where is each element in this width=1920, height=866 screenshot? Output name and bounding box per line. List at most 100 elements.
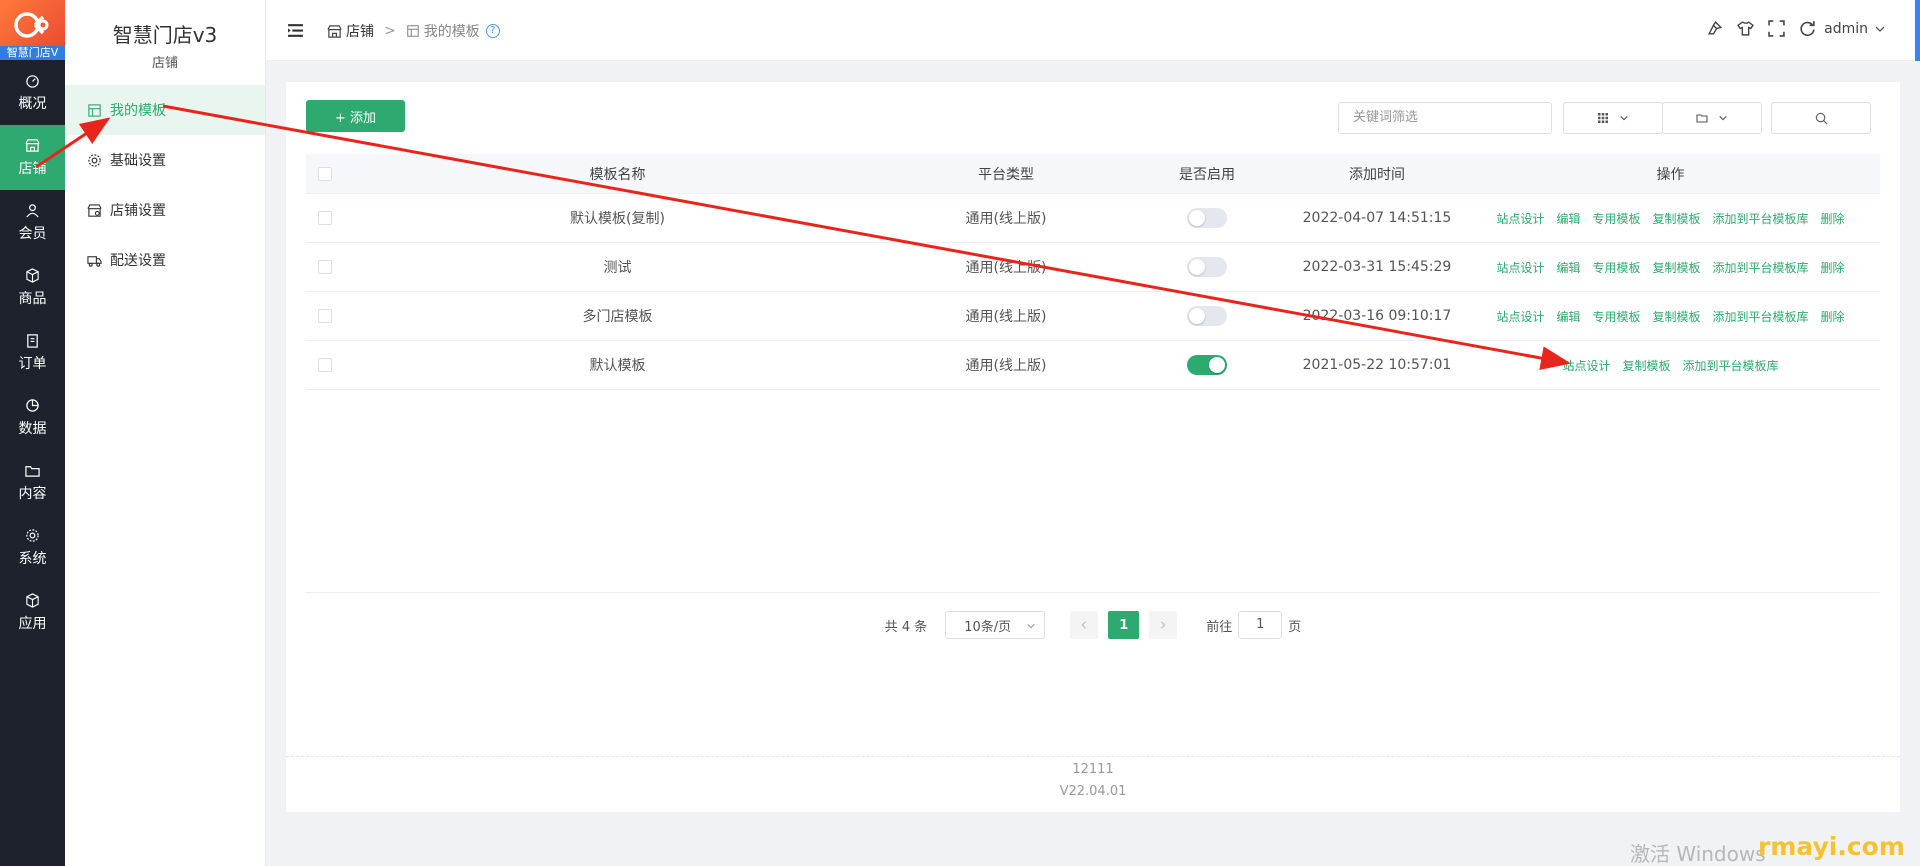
added-time: 2022-03-16 09:10:17 (1302, 308, 1452, 324)
menu-toggle-icon[interactable] (287, 22, 304, 39)
row-action-link[interactable]: 专用模板 (1592, 308, 1640, 325)
row-action-link[interactable]: 复制模板 (1653, 259, 1701, 276)
side-item-2[interactable]: 店铺设置 (65, 185, 265, 235)
breadcrumb-root[interactable]: 店铺 (346, 21, 374, 41)
footer-code: 12111 (1072, 762, 1114, 777)
row-action-link[interactable]: 专用模板 (1592, 259, 1640, 276)
added-time: 2022-03-31 15:45:29 (1302, 259, 1452, 275)
row-checkbox[interactable] (318, 211, 332, 225)
page-number-current[interactable]: 1 (1108, 611, 1140, 639)
rail-item-5[interactable]: 数据 (0, 385, 65, 450)
folder-select[interactable] (1662, 102, 1762, 134)
enabled-toggle[interactable] (1187, 257, 1227, 277)
row-action-link[interactable]: 复制模板 (1622, 357, 1670, 374)
help-icon[interactable]: ? (485, 24, 500, 38)
layout-select[interactable] (1563, 102, 1663, 134)
rail-item-2[interactable]: 会员 (0, 190, 65, 255)
shirt-icon[interactable] (1737, 20, 1754, 37)
app-title: 智慧门店v3 (112, 23, 218, 47)
rail-item-0[interactable]: 概况 (0, 60, 65, 125)
total-count: 共 4 条 (884, 619, 928, 635)
side-item-1[interactable]: 基础设置 (65, 135, 265, 185)
rail-item-8[interactable]: 应用 (0, 580, 65, 645)
next-page-button[interactable] (1149, 611, 1178, 639)
dashboard-icon (26, 74, 39, 88)
row-action-link[interactable]: 删除 (1821, 210, 1845, 227)
rail-item-3[interactable]: 商品 (0, 255, 65, 320)
enabled-toggle[interactable] (1187, 208, 1227, 228)
enabled-cell (1121, 355, 1293, 375)
toggle-knob (1189, 210, 1205, 226)
row-action-link[interactable]: 站点设计 (1496, 308, 1544, 325)
enabled-cell (1121, 257, 1293, 277)
side-item-3[interactable]: 配送设置 (65, 235, 265, 285)
app-logo[interactable]: 智慧门店V (0, 0, 65, 60)
rail-item-7[interactable]: 系统 (0, 515, 65, 580)
select-all-checkbox[interactable] (318, 166, 332, 181)
row-action-link[interactable]: 添加到平台模板库 (1713, 210, 1809, 227)
platform-type: 通用(线上版) (965, 358, 1047, 374)
store-icon (327, 24, 342, 38)
side-item-0[interactable]: 我的模板 (65, 85, 265, 135)
row-action-link[interactable]: 站点设计 (1562, 357, 1610, 374)
content-card: + 添加 关键词筛选 模板名称 平台类型 是否启用 添加时间 操作 默认模板(复… (286, 82, 1900, 812)
row-checkbox[interactable] (318, 260, 332, 274)
page-size-value: 10条/页 (964, 619, 1012, 635)
template-name: 默认模板(复制) (570, 211, 665, 227)
prev-page-button[interactable] (1070, 611, 1099, 639)
search-button[interactable] (1771, 102, 1871, 134)
row-action-link[interactable]: 站点设计 (1496, 210, 1544, 227)
rail-item-label: 会员 (18, 225, 47, 242)
row-actions: 站点设计 编辑 专用模板 复制模板 添加到平台模板库 删除 (1461, 210, 1880, 227)
row-action-link[interactable]: 复制模板 (1653, 210, 1701, 227)
rail-item-4[interactable]: 订单 (0, 320, 65, 385)
enabled-toggle[interactable] (1187, 306, 1227, 326)
goto-page: 前往 1 页 (1206, 611, 1301, 639)
template-icon (88, 103, 101, 117)
main-nav-rail: 智慧门店V 概况店铺会员商品订单数据内容 系统 应用 (0, 0, 65, 866)
row-action-link[interactable]: 复制模板 (1653, 308, 1701, 325)
header-name: 模板名称 (589, 166, 646, 183)
rail-item-label: 概况 (18, 95, 47, 112)
goto-page-input[interactable]: 1 (1238, 611, 1283, 639)
row-action-link[interactable]: 删除 (1821, 308, 1845, 325)
row-action-link[interactable]: 编辑 (1556, 259, 1580, 276)
row-checkbox[interactable] (318, 309, 332, 323)
rail-item-1[interactable]: 店铺 (0, 125, 65, 190)
template-name: 测试 (603, 260, 632, 276)
row-action-link[interactable]: 添加到平台模板库 (1713, 259, 1809, 276)
row-action-link[interactable]: 专用模板 (1592, 210, 1640, 227)
side-item-label: 配送设置 (110, 253, 166, 269)
brush-icon[interactable] (1706, 20, 1723, 37)
keyword-filter-input[interactable]: 关键词筛选 (1338, 102, 1552, 134)
row-action-link[interactable]: 删除 (1821, 259, 1845, 276)
refresh-icon[interactable] (1799, 20, 1816, 37)
gear-icon (88, 153, 101, 167)
rail-item-label: 商品 (18, 290, 47, 307)
secondary-sidebar: 智慧门店v3 店铺 我的模板 基础设置 店铺设置 配送设置 (65, 0, 266, 866)
truck-icon (87, 255, 102, 267)
enabled-toggle[interactable] (1187, 355, 1227, 375)
row-action-link[interactable]: 添加到平台模板库 (1713, 308, 1809, 325)
add-button[interactable]: + 添加 (306, 100, 405, 132)
table-header: 模板名称 平台类型 是否启用 添加时间 操作 (306, 154, 1880, 194)
side-item-label: 基础设置 (110, 153, 166, 169)
row-action-link[interactable]: 添加到平台模板库 (1683, 357, 1779, 374)
grid-icon (1598, 113, 1608, 123)
chevron-down-icon[interactable] (1874, 23, 1886, 35)
row-action-link[interactable]: 编辑 (1556, 308, 1580, 325)
rail-item-6[interactable]: 内容 (0, 450, 65, 515)
rail-item-label: 数据 (18, 420, 47, 437)
pie-icon (26, 398, 39, 412)
logo-text: 智慧门店V (0, 46, 65, 60)
row-action-link[interactable]: 站点设计 (1496, 259, 1544, 276)
page-size-select[interactable]: 10条/页 (945, 611, 1046, 639)
row-action-link[interactable]: 编辑 (1556, 210, 1580, 227)
fullscreen-icon[interactable] (1768, 20, 1785, 37)
row-actions: 站点设计 编辑 专用模板 复制模板 添加到平台模板库 删除 (1461, 308, 1880, 325)
row-checkbox[interactable] (318, 358, 332, 372)
goto-suffix: 页 (1288, 619, 1302, 635)
shop-settings-icon (87, 203, 102, 217)
breadcrumb: 店铺 > 我的模板 ? (327, 21, 500, 41)
user-name[interactable]: admin (1824, 21, 1868, 37)
